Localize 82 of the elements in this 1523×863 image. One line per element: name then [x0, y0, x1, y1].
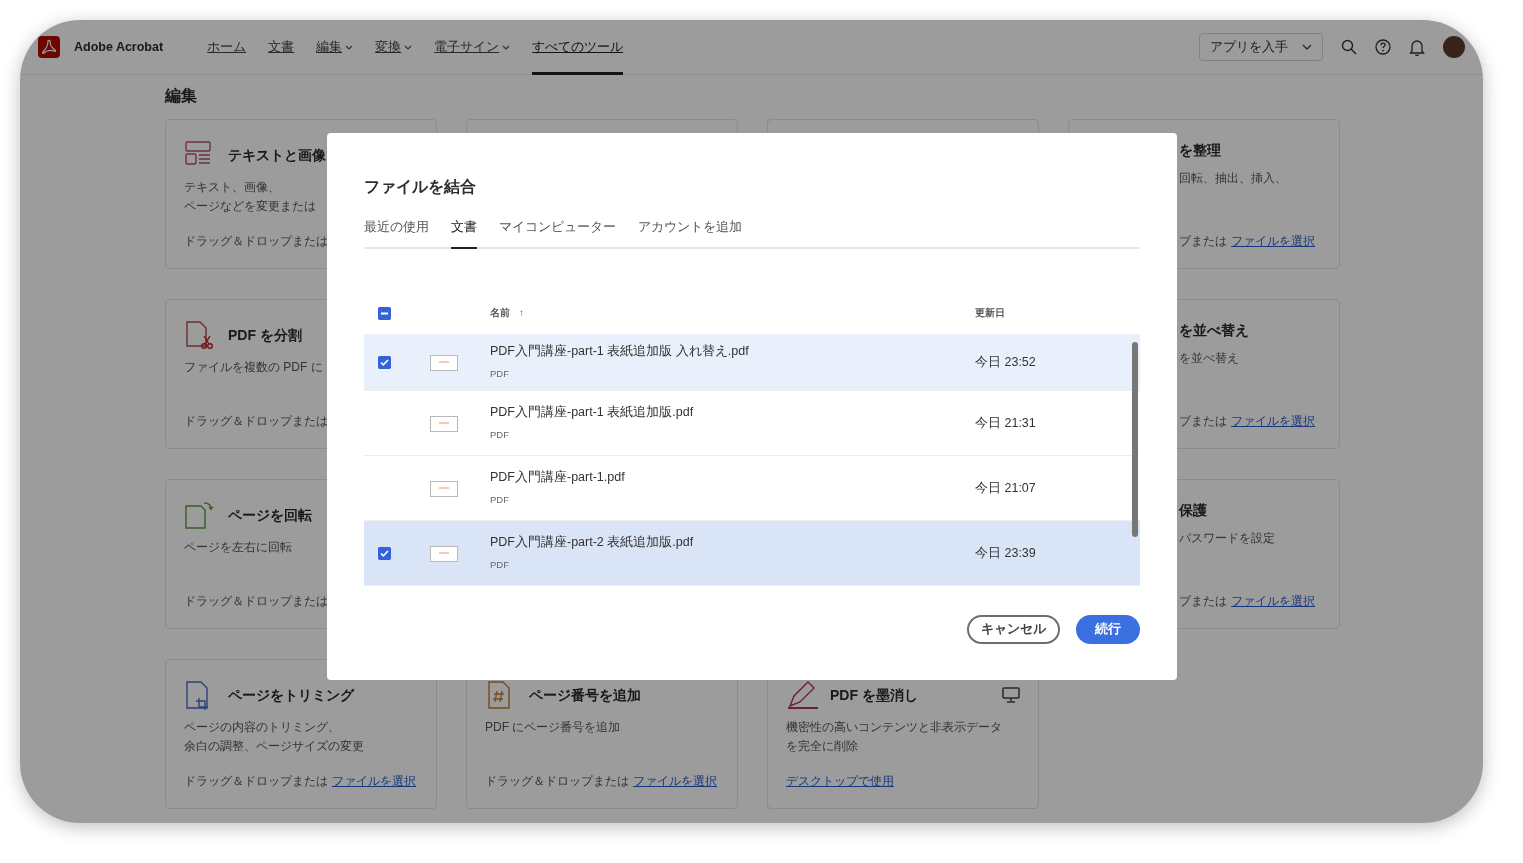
scrollbar-thumb[interactable]: [1132, 341, 1138, 537]
avatar[interactable]: [1443, 36, 1465, 58]
drop-hint: ブまたは: [1179, 413, 1227, 429]
acrobat-logo-icon: [38, 36, 60, 58]
document-thumbnail-icon: [430, 415, 458, 432]
cancel-button[interactable]: キャンセル: [967, 614, 1060, 644]
file-name: PDF入門講座-part-1 表紙追加版.pdf: [490, 404, 695, 422]
tool-description: ページの内容のトリミング、 余白の調整、ページサイズの変更: [184, 719, 364, 755]
select-file-link[interactable]: ファイルを選択: [1231, 592, 1315, 610]
drop-hint: ドラッグ＆ドロップまたは: [184, 773, 328, 789]
modified-date: 今日 21:07: [975, 479, 1036, 497]
tool-description: ページを左右に回転: [184, 539, 292, 556]
file-type: PDF: [490, 493, 510, 508]
file-row[interactable]: PDF入門講座-part-1 表紙追加版 入れ替え.pdf PDF 今日 23:52: [364, 333, 1140, 391]
document-thumbnail-icon: [430, 545, 458, 562]
file-name: PDF入門講座-part-1.pdf: [490, 469, 626, 487]
select-file-link[interactable]: ファイルを選択: [1231, 412, 1315, 430]
file-type: PDF: [490, 428, 510, 443]
source-tab[interactable]: 最近の使用: [364, 210, 429, 249]
tool-title: ページを回転: [228, 505, 312, 525]
modified-date: 今日 23:39: [975, 544, 1036, 562]
nav-tab[interactable]: 電子サイン: [434, 20, 511, 75]
drop-hint: ドラッグ＆ドロップまたは: [184, 413, 328, 429]
tool-title: を並べ替え: [1179, 321, 1249, 340]
nav-tab[interactable]: 編集: [316, 20, 354, 75]
modified-date: 今日 21:31: [975, 414, 1036, 432]
nav-tab[interactable]: 変換: [375, 20, 413, 75]
tool-title: を整理: [1179, 141, 1221, 160]
drop-hint: ドラッグ＆ドロップまたは: [184, 593, 328, 609]
file-name: PDF入門講座-part-1 表紙追加版 入れ替え.pdf: [490, 343, 750, 361]
select-file-link[interactable]: デスクトップで使用: [786, 772, 894, 790]
source-tab[interactable]: 文書: [451, 210, 477, 249]
nav-tab[interactable]: すべてのツール: [532, 20, 624, 75]
modified-date: 今日 23:52: [975, 353, 1036, 371]
marker-icon: [786, 680, 818, 710]
continue-button[interactable]: 続行: [1076, 614, 1140, 644]
drop-hint: ドラッグ＆ドロップまたは: [485, 773, 629, 789]
tool-title: PDF を墨消し: [830, 685, 918, 705]
nav-tab[interactable]: ホーム: [207, 20, 247, 75]
drop-hint: ブまたは: [1179, 233, 1227, 249]
checkbox[interactable]: [378, 547, 391, 561]
checkbox[interactable]: [378, 356, 391, 370]
file-name: PDF入門講座-part-2 表紙追加版.pdf: [490, 534, 695, 552]
column-header[interactable]: 名前: [490, 305, 510, 321]
search-icon: [1341, 39, 1357, 55]
tool-description: PDF にページ番号を追加: [485, 719, 621, 736]
file-row[interactable]: PDF入門講座-part-2 表紙追加版.pdf PDF 今日 23:39: [364, 520, 1140, 586]
checkbox[interactable]: [378, 306, 391, 320]
scissors-document-icon: [184, 320, 216, 350]
drop-hint: ドラッグ＆ドロップまたは: [184, 233, 328, 249]
select-file-link[interactable]: ファイルを選択: [332, 772, 416, 790]
select-file-link[interactable]: ファイルを選択: [633, 772, 717, 790]
file-type: PDF: [490, 558, 510, 573]
source-tab[interactable]: マイコンピューター: [499, 210, 616, 249]
tool-description: パスワードを設定: [1179, 530, 1275, 547]
chevron-down-icon: [1302, 43, 1312, 51]
column-header[interactable]: 更新日: [975, 306, 1005, 318]
tool-title: ページをトリミング: [228, 685, 354, 705]
tool-description: テキスト、画像、 ページなどを変更または: [184, 179, 316, 215]
file-type: PDF: [490, 367, 510, 382]
get-app-button[interactable]: アプリを入手: [1199, 33, 1323, 61]
bell-icon: [1409, 38, 1425, 56]
tool-title: ページ番号を追加: [529, 685, 641, 705]
tool-description: を並べ替え: [1179, 350, 1239, 367]
document-thumbnail-icon: [430, 354, 458, 371]
app-name: Adobe Acrobat: [74, 38, 164, 56]
nav-tab[interactable]: 文書: [268, 20, 295, 75]
rotate-document-icon: [184, 500, 216, 530]
tool-title: PDF を分割: [228, 325, 302, 345]
source-tab[interactable]: アカウントを追加: [638, 210, 742, 249]
sort-arrow[interactable]: ↑: [519, 305, 524, 321]
drop-hint: ブまたは: [1179, 593, 1227, 609]
tool-description: 機密性の高いコンテンツと非表示データ を完全に削除: [786, 719, 1002, 755]
select-file-link[interactable]: ファイルを選択: [1231, 232, 1315, 250]
tool-card[interactable]: ページをトリミング ページの内容のトリミング、 余白の調整、ページサイズの変更 ドラッグ＆ドロップまたは ファイルを選択: [165, 659, 437, 809]
section-title: 編集: [165, 86, 198, 106]
tool-description: ファイルを複数の PDF に: [184, 359, 323, 376]
tool-title: テキストと画像: [228, 145, 326, 165]
tool-description: 回転、抽出、挿入、: [1179, 170, 1287, 187]
document-thumbnail-icon: [430, 480, 458, 497]
help-icon: [1375, 39, 1391, 55]
tool-title: 保護: [1179, 501, 1207, 520]
